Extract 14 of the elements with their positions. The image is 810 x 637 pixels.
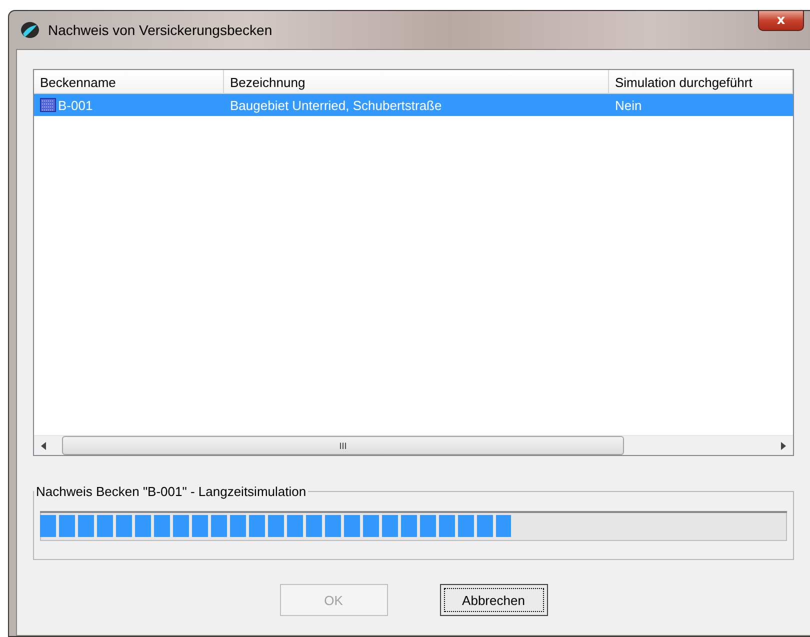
column-header[interactable]: Beckenname [34, 70, 224, 94]
horizontal-scrollbar[interactable]: III [34, 435, 793, 455]
column-header[interactable]: Simulation durchgeführt [609, 70, 793, 94]
scrollbar-thumb[interactable]: III [62, 436, 624, 455]
table-cell-text: Nein [614, 98, 643, 112]
app-icon [20, 21, 40, 39]
cancel-button[interactable]: Abbrechen [440, 584, 548, 616]
window-title: Nachweis von Versickerungsbecken [48, 22, 272, 38]
close-button[interactable]: x [758, 11, 804, 31]
table-cell: B-001 [58, 98, 93, 112]
table-cell-text: Baugebiet Unterried, Schubertstraße [229, 98, 443, 112]
basin-icon [40, 98, 56, 112]
column-header[interactable]: Bezeichnung [224, 70, 609, 94]
group-title: Nachweis Becken "B-001" - Langzeitsimulation [35, 484, 308, 499]
